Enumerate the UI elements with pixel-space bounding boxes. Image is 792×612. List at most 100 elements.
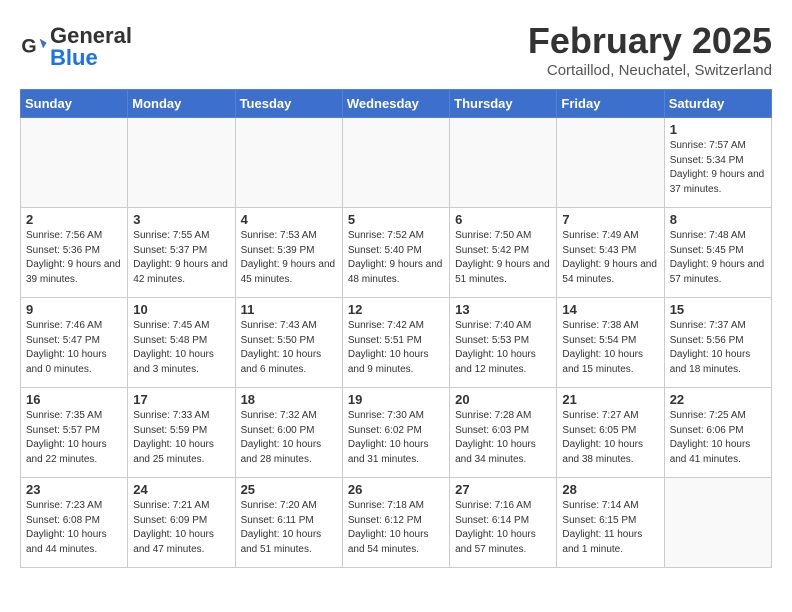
day-info: Sunrise: 7:40 AM Sunset: 5:53 PM Dayligh…	[455, 319, 551, 377]
day-number: 9	[26, 302, 122, 317]
day-info: Sunrise: 7:57 AM Sunset: 5:34 PM Dayligh…	[670, 139, 766, 197]
day-info: Sunrise: 7:55 AM Sunset: 5:37 PM Dayligh…	[133, 229, 229, 287]
calendar-cell: 28Sunrise: 7:14 AM Sunset: 6:15 PM Dayli…	[557, 478, 664, 568]
calendar-cell: 22 Sunrise: 7:25 AM Sunset: 6:06 PM Dayli…	[664, 388, 771, 478]
weekday-header-wednesday: Wednesday	[342, 90, 449, 118]
calendar-cell	[128, 118, 235, 208]
calendar-cell: 3 Sunrise: 7:55 AM Sunset: 5:37 PM Daylig…	[128, 208, 235, 298]
calendar-cell: 25 Sunrise: 7:20 AM Sunset: 6:11 PM Dayli…	[235, 478, 342, 568]
day-info: Sunrise: 7:18 AM Sunset: 6:12 PM Dayligh…	[348, 499, 444, 557]
weekday-header-thursday: Thursday	[450, 90, 557, 118]
day-info: Sunrise: 7:48 AM Sunset: 5:45 PM Dayligh…	[670, 229, 766, 287]
day-number: 26	[348, 482, 444, 497]
calendar-cell: 8 Sunrise: 7:48 AM Sunset: 5:45 PM Daylig…	[664, 208, 771, 298]
day-number: 28	[562, 482, 658, 497]
day-info: Sunrise: 7:43 AM Sunset: 5:50 PM Dayligh…	[241, 319, 337, 377]
calendar-header-row: SundayMondayTuesdayWednesdayThursdayFrid…	[21, 90, 772, 118]
day-number: 7	[562, 212, 658, 227]
day-info: Sunrise: 7:37 AM Sunset: 5:56 PM Dayligh…	[670, 319, 766, 377]
calendar-cell: 20 Sunrise: 7:28 AM Sunset: 6:03 PM Dayli…	[450, 388, 557, 478]
day-number: 24	[133, 482, 229, 497]
day-number: 13	[455, 302, 551, 317]
day-number: 2	[26, 212, 122, 227]
calendar-cell: 24 Sunrise: 7:21 AM Sunset: 6:09 PM Dayli…	[128, 478, 235, 568]
day-number: 17	[133, 392, 229, 407]
day-number: 25	[241, 482, 337, 497]
day-number: 15	[670, 302, 766, 317]
day-number: 16	[26, 392, 122, 407]
day-number: 5	[348, 212, 444, 227]
calendar-cell: 2 Sunrise: 7:56 AM Sunset: 5:36 PM Daylig…	[21, 208, 128, 298]
calendar-table: SundayMondayTuesdayWednesdayThursdayFrid…	[20, 89, 772, 568]
day-number: 1	[670, 122, 766, 137]
day-number: 6	[455, 212, 551, 227]
day-info: Sunrise: 7:28 AM Sunset: 6:03 PM Dayligh…	[455, 409, 551, 467]
day-info: Sunrise: 7:32 AM Sunset: 6:00 PM Dayligh…	[241, 409, 337, 467]
calendar-cell	[450, 118, 557, 208]
day-info: Sunrise: 7:30 AM Sunset: 6:02 PM Dayligh…	[348, 409, 444, 467]
calendar-cell: 10Sunrise: 7:45 AM Sunset: 5:48 PM Dayli…	[128, 298, 235, 388]
calendar-cell: 26 Sunrise: 7:18 AM Sunset: 6:12 PM Dayli…	[342, 478, 449, 568]
calendar-cell: 19 Sunrise: 7:30 AM Sunset: 6:02 PM Dayli…	[342, 388, 449, 478]
calendar-cell: 12 Sunrise: 7:42 AM Sunset: 5:51 PM Dayli…	[342, 298, 449, 388]
calendar-week-4: 16 Sunrise: 7:35 AM Sunset: 5:57 PM Dayli…	[21, 388, 772, 478]
logo: G General Blue	[20, 25, 132, 69]
day-info: Sunrise: 7:38 AM Sunset: 5:54 PM Dayligh…	[562, 319, 658, 377]
calendar-cell: 15 Sunrise: 7:37 AM Sunset: 5:56 PM Dayli…	[664, 298, 771, 388]
day-number: 27	[455, 482, 551, 497]
weekday-header-sunday: Sunday	[21, 90, 128, 118]
day-info: Sunrise: 7:35 AM Sunset: 5:57 PM Dayligh…	[26, 409, 122, 467]
calendar-cell: 6 Sunrise: 7:50 AM Sunset: 5:42 PM Daylig…	[450, 208, 557, 298]
day-number: 8	[670, 212, 766, 227]
calendar-cell: 7 Sunrise: 7:49 AM Sunset: 5:43 PM Daylig…	[557, 208, 664, 298]
day-number: 18	[241, 392, 337, 407]
calendar-cell: 27 Sunrise: 7:16 AM Sunset: 6:14 PM Dayli…	[450, 478, 557, 568]
day-number: 23	[26, 482, 122, 497]
calendar-week-1: 1 Sunrise: 7:57 AM Sunset: 5:34 PM Daylig…	[21, 118, 772, 208]
day-info: Sunrise: 7:56 AM Sunset: 5:36 PM Dayligh…	[26, 229, 122, 287]
weekday-header-monday: Monday	[128, 90, 235, 118]
calendar-week-3: 9 Sunrise: 7:46 AM Sunset: 5:47 PM Daylig…	[21, 298, 772, 388]
calendar-cell: 23Sunrise: 7:23 AM Sunset: 6:08 PM Dayli…	[21, 478, 128, 568]
calendar-cell: 9 Sunrise: 7:46 AM Sunset: 5:47 PM Daylig…	[21, 298, 128, 388]
weekday-header-tuesday: Tuesday	[235, 90, 342, 118]
day-number: 22	[670, 392, 766, 407]
calendar-cell	[557, 118, 664, 208]
logo-icon: G	[20, 33, 48, 61]
calendar-week-2: 2 Sunrise: 7:56 AM Sunset: 5:36 PM Daylig…	[21, 208, 772, 298]
day-number: 21	[562, 392, 658, 407]
day-info: Sunrise: 7:49 AM Sunset: 5:43 PM Dayligh…	[562, 229, 658, 287]
day-info: Sunrise: 7:21 AM Sunset: 6:09 PM Dayligh…	[133, 499, 229, 557]
day-info: Sunrise: 7:16 AM Sunset: 6:14 PM Dayligh…	[455, 499, 551, 557]
day-number: 19	[348, 392, 444, 407]
title-block: February 2025 Cortaillod, Neuchatel, Swi…	[528, 20, 772, 79]
day-info: Sunrise: 7:46 AM Sunset: 5:47 PM Dayligh…	[26, 319, 122, 377]
location-subtitle: Cortaillod, Neuchatel, Switzerland	[528, 62, 772, 79]
calendar-cell	[235, 118, 342, 208]
logo-blue: Blue	[50, 45, 98, 70]
svg-text:G: G	[21, 36, 36, 58]
calendar-cell: 11 Sunrise: 7:43 AM Sunset: 5:50 PM Dayli…	[235, 298, 342, 388]
calendar-cell: 17 Sunrise: 7:33 AM Sunset: 5:59 PM Dayli…	[128, 388, 235, 478]
calendar-cell: 5Sunrise: 7:52 AM Sunset: 5:40 PM Daylig…	[342, 208, 449, 298]
day-info: Sunrise: 7:50 AM Sunset: 5:42 PM Dayligh…	[455, 229, 551, 287]
calendar-cell	[664, 478, 771, 568]
page-header: G General Blue February 2025 Cortaillod,…	[20, 20, 772, 79]
day-number: 11	[241, 302, 337, 317]
logo-text: General Blue	[50, 25, 132, 69]
day-info: Sunrise: 7:33 AM Sunset: 5:59 PM Dayligh…	[133, 409, 229, 467]
day-number: 3	[133, 212, 229, 227]
day-number: 14	[562, 302, 658, 317]
calendar-week-5: 23Sunrise: 7:23 AM Sunset: 6:08 PM Dayli…	[21, 478, 772, 568]
calendar-cell: 4Sunrise: 7:53 AM Sunset: 5:39 PM Daylig…	[235, 208, 342, 298]
weekday-header-saturday: Saturday	[664, 90, 771, 118]
day-info: Sunrise: 7:20 AM Sunset: 6:11 PM Dayligh…	[241, 499, 337, 557]
day-number: 12	[348, 302, 444, 317]
day-number: 20	[455, 392, 551, 407]
calendar-cell	[342, 118, 449, 208]
day-info: Sunrise: 7:27 AM Sunset: 6:05 PM Dayligh…	[562, 409, 658, 467]
day-info: Sunrise: 7:42 AM Sunset: 5:51 PM Dayligh…	[348, 319, 444, 377]
day-info: Sunrise: 7:53 AM Sunset: 5:39 PM Dayligh…	[241, 229, 337, 287]
day-info: Sunrise: 7:25 AM Sunset: 6:06 PM Dayligh…	[670, 409, 766, 467]
calendar-cell: 16 Sunrise: 7:35 AM Sunset: 5:57 PM Dayli…	[21, 388, 128, 478]
